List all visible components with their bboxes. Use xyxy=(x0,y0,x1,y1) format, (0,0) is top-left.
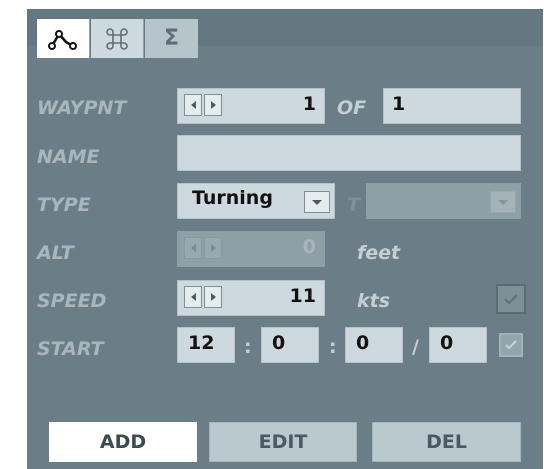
type-dropdown[interactable]: Turning xyxy=(177,183,335,219)
route-icon xyxy=(48,29,77,50)
arrow-right-icon xyxy=(210,244,216,252)
next-waypoint-button[interactable] xyxy=(204,94,222,116)
sigma-icon: Σ xyxy=(163,26,180,51)
command-icon xyxy=(106,27,128,50)
speed-checkbox[interactable] xyxy=(496,284,526,314)
type-dropdown-button[interactable] xyxy=(304,191,330,213)
waypoint-stepper[interactable]: 1 xyxy=(177,88,325,124)
secondary-type-dropdown xyxy=(366,183,521,219)
decrease-altitude-button xyxy=(184,237,202,259)
check-icon xyxy=(504,294,518,305)
delete-button[interactable]: DEL xyxy=(372,422,521,462)
edit-button[interactable]: EDIT xyxy=(209,422,357,462)
start-minutes-input[interactable]: 0 xyxy=(261,327,319,363)
start-seconds-input[interactable]: 0 xyxy=(345,327,403,363)
arrow-left-icon xyxy=(190,244,196,252)
increase-altitude-button xyxy=(204,237,222,259)
of-label: OF xyxy=(337,97,367,119)
time-separator: : xyxy=(244,336,252,358)
waypoint-total-field: 1 xyxy=(383,88,521,124)
waypoint-total: 1 xyxy=(392,93,406,115)
type-label: TYPE xyxy=(37,194,91,216)
arrow-left-icon xyxy=(190,293,196,301)
start-day: 0 xyxy=(440,332,454,354)
altitude-unit: feet xyxy=(357,242,401,264)
speed-value: 11 xyxy=(289,285,316,307)
start-day-input[interactable]: 0 xyxy=(429,327,487,363)
altitude-value: 0 xyxy=(302,236,316,258)
start-label: START xyxy=(37,338,104,360)
tab-route[interactable] xyxy=(37,19,90,58)
chevron-down-icon xyxy=(312,199,322,205)
altitude-label: ALT xyxy=(37,242,74,264)
secondary-dropdown-button xyxy=(490,191,516,213)
start-seconds: 0 xyxy=(356,332,370,354)
arrow-right-icon xyxy=(210,101,216,109)
waypoint-label: WAYPNT xyxy=(37,97,127,119)
start-hours-input[interactable]: 12 xyxy=(177,327,235,363)
arrow-left-icon xyxy=(190,101,196,109)
increase-speed-button[interactable] xyxy=(204,286,222,308)
time-separator: : xyxy=(329,336,337,358)
name-input[interactable] xyxy=(177,135,521,171)
check-icon xyxy=(505,340,517,350)
speed-unit: kts xyxy=(357,290,391,312)
day-separator: / xyxy=(412,336,419,358)
chevron-down-icon xyxy=(498,199,508,205)
previous-waypoint-button[interactable] xyxy=(184,94,202,116)
waypoint-number: 1 xyxy=(302,93,316,115)
speed-label: SPEED xyxy=(37,290,107,312)
arrow-right-icon xyxy=(210,293,216,301)
type-value: Turning xyxy=(192,187,273,209)
start-checkbox[interactable] xyxy=(499,333,523,357)
secondary-type-label: T xyxy=(347,194,360,216)
add-button[interactable]: ADD xyxy=(49,422,197,462)
tab-command[interactable] xyxy=(91,19,144,58)
tab-summary[interactable]: Σ xyxy=(145,19,198,58)
altitude-stepper: 0 xyxy=(177,231,325,267)
name-label: NAME xyxy=(37,146,100,168)
decrease-speed-button[interactable] xyxy=(184,286,202,308)
start-minutes: 0 xyxy=(272,332,286,354)
speed-stepper[interactable]: 11 xyxy=(177,280,325,316)
start-hours: 12 xyxy=(188,332,215,354)
